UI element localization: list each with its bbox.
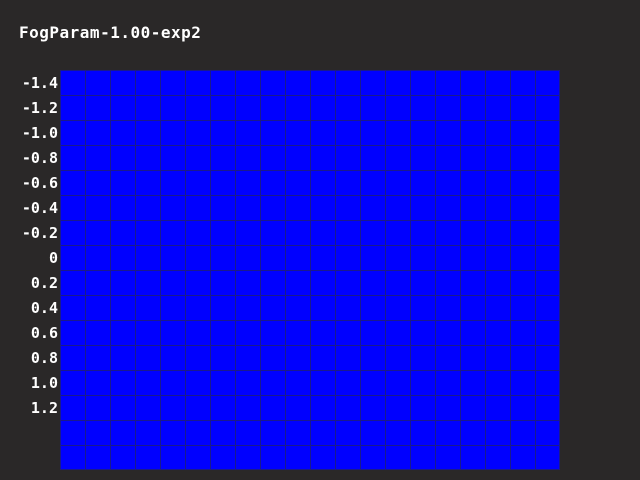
y-label: -0.2: [21, 224, 58, 242]
y-label: 0.6: [30, 324, 58, 342]
y-label: -0.8: [21, 149, 58, 167]
y-label: -1.2: [21, 99, 58, 117]
y-label: -1.0: [21, 124, 58, 142]
y-label: -0.6: [21, 174, 58, 192]
y-label: -0.4: [21, 199, 58, 217]
y-label: -1.4: [21, 74, 58, 92]
y-label: 1.0: [30, 374, 58, 392]
y-label: 0: [48, 249, 58, 267]
y-label: 0.8: [30, 349, 58, 367]
title: FogParam-1.00-exp2: [19, 23, 202, 42]
screen: FogParam-1.00-exp2 -1.4 -1.2 -1.0 -0.8 -…: [0, 0, 640, 480]
y-label: 0.4: [30, 299, 58, 317]
y-label: 1.2: [30, 399, 58, 417]
y-label: 0.2: [30, 274, 58, 292]
fog-grid: [60, 70, 560, 470]
